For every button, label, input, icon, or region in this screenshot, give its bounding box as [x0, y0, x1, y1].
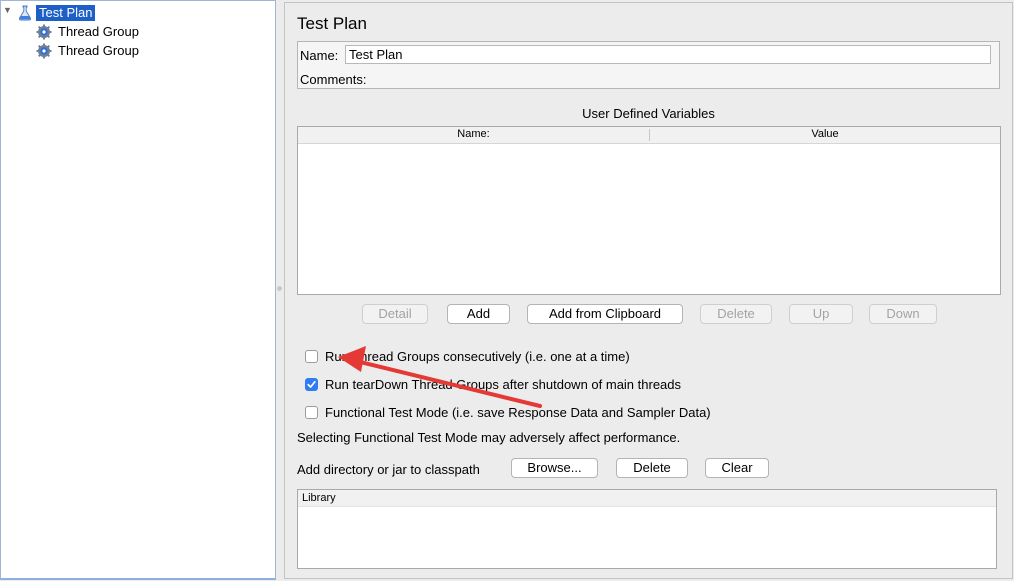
add-from-clipboard-button[interactable]: Add from Clipboard [527, 304, 683, 324]
teardown-label: Run tearDown Thread Groups after shutdow… [325, 377, 682, 392]
functional-mode-checkbox[interactable] [305, 406, 318, 419]
tree-item-label: Thread Group [58, 24, 139, 39]
table-header: Library [298, 490, 996, 507]
test-plan-panel: Test Plan Name: Comments: User Defined V… [284, 2, 1013, 579]
up-button[interactable]: Up [789, 304, 853, 324]
column-header-value[interactable]: Value [650, 128, 1000, 140]
name-comments-box: Name: Comments: [297, 41, 1000, 89]
delete-classpath-button[interactable]: Delete [616, 458, 688, 478]
checkmark-icon [307, 380, 316, 388]
delete-variable-button[interactable]: Delete [700, 304, 772, 324]
teardown-checkbox[interactable] [305, 378, 318, 391]
gear-icon [36, 24, 52, 40]
split-pane-grip[interactable] [277, 286, 282, 291]
tree-item-label: Test Plan [36, 5, 96, 21]
name-field[interactable] [345, 45, 991, 64]
name-label: Name: [300, 48, 339, 63]
consecutive-option[interactable]: Run Thread Groups consecutively (i.e. on… [305, 349, 630, 364]
column-header-library[interactable]: Library [302, 492, 336, 504]
tree-collapse-icon[interactable]: ▼ [3, 5, 12, 15]
functional-mode-option[interactable]: Functional Test Mode (i.e. save Response… [305, 405, 711, 420]
tree-item-test-plan[interactable]: Test Plan [17, 4, 96, 22]
user-defined-variables-title: User Defined Variables [582, 106, 715, 121]
add-button[interactable]: Add [447, 304, 510, 324]
test-plan-tree[interactable]: ▼ Test Plan Thread Group Thread Group [0, 0, 276, 580]
gear-icon [36, 43, 52, 59]
functional-mode-label: Functional Test Mode (i.e. save Response… [325, 405, 711, 420]
column-header-name[interactable]: Name: [298, 128, 649, 140]
tree-item-thread-group[interactable]: Thread Group [36, 23, 142, 41]
table-header: Name: Value [298, 127, 1000, 144]
tree-item-thread-group[interactable]: Thread Group [36, 42, 142, 60]
teardown-option[interactable]: Run tearDown Thread Groups after shutdow… [305, 377, 681, 392]
down-button[interactable]: Down [869, 304, 937, 324]
browse-button[interactable]: Browse... [511, 458, 598, 478]
user-defined-variables-table[interactable]: Name: Value [297, 126, 1001, 295]
consecutive-checkbox[interactable] [305, 350, 318, 363]
library-table[interactable]: Library [297, 489, 997, 569]
tree-item-label: Thread Group [58, 43, 139, 58]
flask-icon [18, 5, 32, 21]
comments-label: Comments: [300, 72, 367, 87]
performance-note: Selecting Functional Test Mode may adver… [297, 430, 681, 445]
clear-button[interactable]: Clear [705, 458, 769, 478]
page-title: Test Plan [297, 14, 367, 33]
classpath-label: Add directory or jar to classpath [297, 462, 480, 477]
consecutive-label: Run Thread Groups consecutively (i.e. on… [325, 349, 630, 364]
detail-button[interactable]: Detail [362, 304, 428, 324]
